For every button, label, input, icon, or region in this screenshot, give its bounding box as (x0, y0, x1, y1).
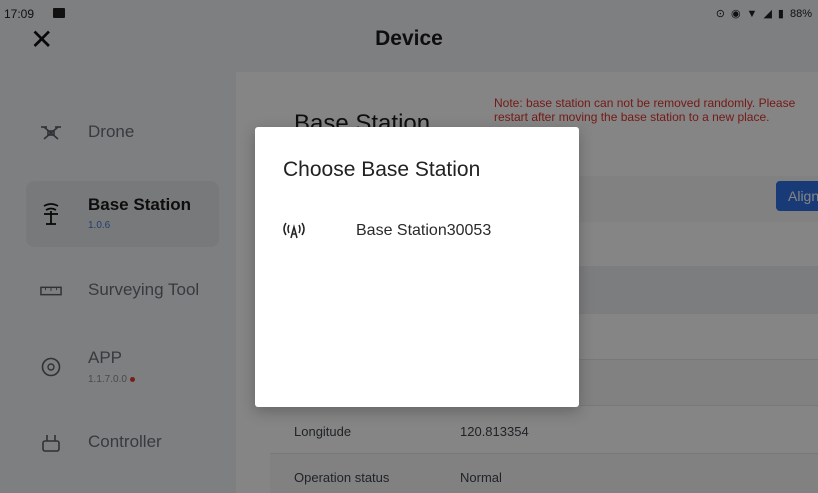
dialog-title: Choose Base Station (283, 158, 481, 181)
base-station-icon (281, 220, 307, 242)
base-station-option[interactable]: Base Station30053 (267, 213, 567, 249)
choose-base-station-dialog: Choose Base Station Base Station30053 (255, 127, 579, 407)
option-label: Base Station30053 (356, 222, 492, 239)
device-screen: 17:09 ⊙ ◉ ▼ ◢ ▮ 88% ✕ Device Drone Base … (0, 0, 818, 493)
